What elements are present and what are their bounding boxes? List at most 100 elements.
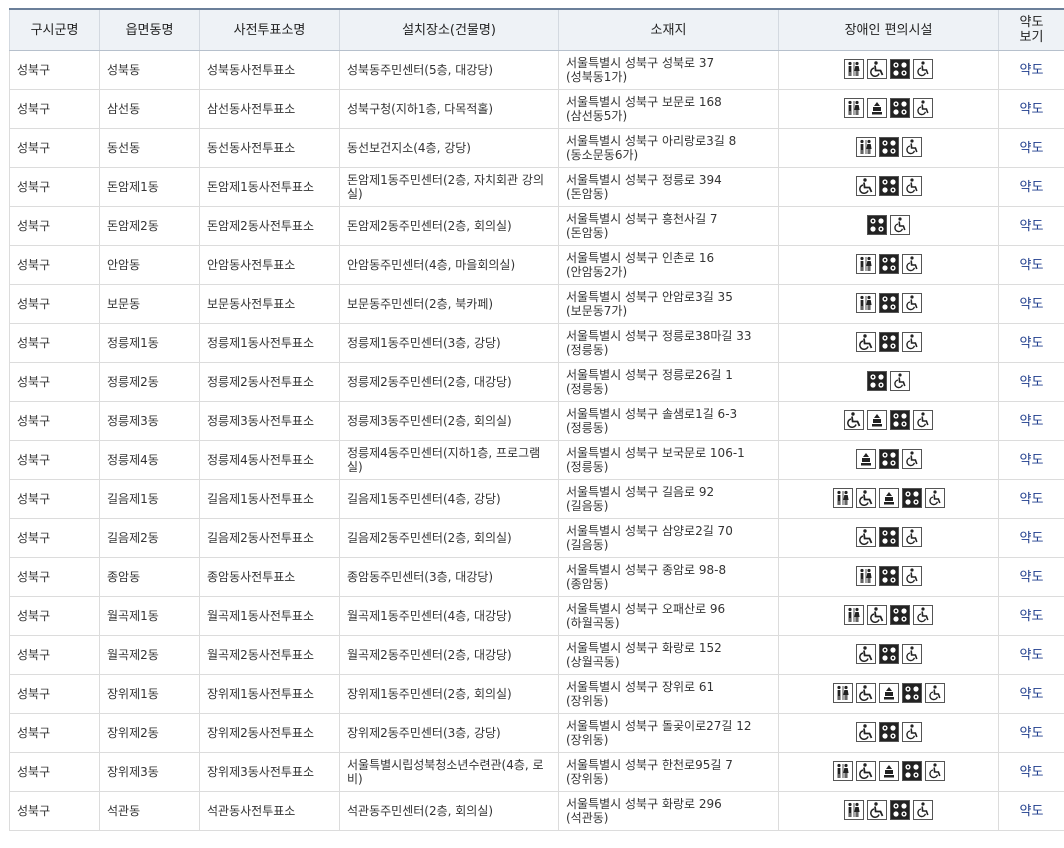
- address-line1: 서울특별시 성북구 화랑로 152: [566, 641, 722, 655]
- map-link[interactable]: 약도: [1020, 453, 1044, 468]
- address-line1: 서울특별시 성북구 장위로 61: [566, 680, 714, 694]
- map-link[interactable]: 약도: [1020, 804, 1044, 819]
- cell-map: 약도: [999, 792, 1064, 831]
- facility-icons: [856, 254, 922, 274]
- cell-place: 종암동주민센터(3층, 대강당): [340, 558, 559, 597]
- map-link[interactable]: 약도: [1020, 492, 1044, 507]
- cell-facilities: [779, 714, 999, 753]
- district-text: 성북구: [17, 180, 50, 194]
- map-link[interactable]: 약도: [1020, 102, 1044, 117]
- table-row: 성북구성북동성북동사전투표소성북동주민센터(5층, 대강당)서울특별시 성북구 …: [10, 51, 1064, 90]
- table-row: 성북구정릉제2동정릉제2동사전투표소정릉제2동주민센터(2층, 대강당)서울특별…: [10, 363, 1064, 402]
- cell-facilities: [779, 246, 999, 285]
- facility-icons: [856, 137, 922, 157]
- toilet-icon: [844, 605, 864, 625]
- table-row: 성북구월곡제2동월곡제2동사전투표소월곡제2동주민센터(2층, 대강당)서울특별…: [10, 636, 1064, 675]
- address-line1: 서울특별시 성북구 삼양로2길 70: [566, 524, 733, 538]
- address-line1: 서울특별시 성북구 아리랑로3길 8: [566, 134, 736, 148]
- cell-station: 석관동사전투표소: [200, 792, 340, 831]
- map-link[interactable]: 약도: [1020, 609, 1044, 624]
- header-facilities: 장애인 편의시설: [779, 9, 999, 51]
- table-row: 성북구장위제2동장위제2동사전투표소장위제2동주민센터(3층, 강당)서울특별시…: [10, 714, 1064, 753]
- cell-station: 동선동사전투표소: [200, 129, 340, 168]
- address-line2: (종암동): [566, 577, 608, 591]
- map-link[interactable]: 약도: [1020, 726, 1044, 741]
- cell-map: 약도: [999, 675, 1064, 714]
- map-link[interactable]: 약도: [1020, 765, 1044, 780]
- map-link[interactable]: 약도: [1020, 219, 1044, 234]
- table-header-row: 구시군명 읍면동명 사전투표소명 설치장소(건물명) 소재지 장애인 편의시설 …: [10, 9, 1064, 51]
- map-link[interactable]: 약도: [1020, 414, 1044, 429]
- cell-facilities: [779, 129, 999, 168]
- cell-dong: 길음제2동: [100, 519, 200, 558]
- cell-address: 서울특별시 성북구 종암로 98-8(종암동): [559, 558, 779, 597]
- table-row: 성북구종암동종암동사전투표소종암동주민센터(3층, 대강당)서울특별시 성북구 …: [10, 558, 1064, 597]
- facility-icons: [856, 176, 922, 196]
- cell-district: 성북구: [10, 714, 100, 753]
- toilet-icon: [833, 761, 853, 781]
- dong-text: 정릉제1동: [107, 336, 159, 350]
- dong-text: 성북동: [107, 63, 140, 77]
- dong-text: 월곡제2동: [107, 648, 159, 662]
- facility-icons: [833, 761, 945, 781]
- district-text: 성북구: [17, 102, 50, 116]
- map-link[interactable]: 약도: [1020, 63, 1044, 78]
- elevator-icon: [879, 488, 899, 508]
- map-link[interactable]: 약도: [1020, 648, 1044, 663]
- table-row: 성북구장위제3동장위제3동사전투표소서울특별시립성북청소년수련관(4층, 로비)…: [10, 753, 1064, 792]
- elevator-icon: [867, 410, 887, 430]
- braille-icon: [890, 410, 910, 430]
- map-link[interactable]: 약도: [1020, 297, 1044, 312]
- header-dong: 읍면동명: [100, 9, 200, 51]
- cell-map: 약도: [999, 246, 1064, 285]
- cell-dong: 보문동: [100, 285, 200, 324]
- cell-dong: 월곡제2동: [100, 636, 200, 675]
- district-text: 성북구: [17, 726, 50, 740]
- cell-facilities: [779, 636, 999, 675]
- cell-place: 장위제1동주민센터(2층, 회의실): [340, 675, 559, 714]
- map-link[interactable]: 약도: [1020, 258, 1044, 273]
- wheelchair-icon: [856, 332, 876, 352]
- map-link[interactable]: 약도: [1020, 570, 1044, 585]
- cell-facilities: [779, 402, 999, 441]
- cell-district: 성북구: [10, 441, 100, 480]
- station-text: 정릉제1동사전투표소: [207, 336, 314, 350]
- table-row: 성북구길음제2동길음제2동사전투표소길음제2동주민센터(2층, 회의실)서울특별…: [10, 519, 1064, 558]
- address-line2: (안암동2가): [566, 265, 627, 279]
- map-link[interactable]: 약도: [1020, 336, 1044, 351]
- address-line2: (장위동): [566, 733, 608, 747]
- cell-facilities: [779, 363, 999, 402]
- dong-text: 장위제3동: [107, 765, 159, 779]
- station-text: 보문동사전투표소: [207, 297, 295, 311]
- map-link[interactable]: 약도: [1020, 141, 1044, 156]
- cell-facilities: [779, 753, 999, 792]
- header-map-line1: 약도: [1020, 15, 1044, 30]
- map-link[interactable]: 약도: [1020, 375, 1044, 390]
- cell-station: 길음제2동사전투표소: [200, 519, 340, 558]
- header-place: 설치장소(건물명): [340, 9, 559, 51]
- accessible-icon: [913, 98, 933, 118]
- wheelchair-icon: [856, 761, 876, 781]
- address-line2: (삼선동5가): [566, 109, 627, 123]
- map-link[interactable]: 약도: [1020, 531, 1044, 546]
- braille-icon: [879, 293, 899, 313]
- station-text: 석관동사전투표소: [207, 804, 295, 818]
- cell-address: 서울특별시 성북구 정릉로38마길 33(정릉동): [559, 324, 779, 363]
- map-link[interactable]: 약도: [1020, 687, 1044, 702]
- wheelchair-icon: [867, 59, 887, 79]
- accessible-icon: [890, 371, 910, 391]
- cell-address: 서울특별시 성북구 길음로 92(길음동): [559, 480, 779, 519]
- map-link[interactable]: 약도: [1020, 180, 1044, 195]
- cell-dong: 석관동: [100, 792, 200, 831]
- cell-station: 종암동사전투표소: [200, 558, 340, 597]
- cell-address: 서울특별시 성북구 한천로95길 7(장위동): [559, 753, 779, 792]
- cell-station: 장위제3동사전투표소: [200, 753, 340, 792]
- table-row: 성북구돈암제2동돈암제2동사전투표소돈암제2동주민센터(2층, 회의실)서울특별…: [10, 207, 1064, 246]
- facility-icons: [844, 59, 933, 79]
- cell-map: 약도: [999, 480, 1064, 519]
- station-text: 길음제1동사전투표소: [207, 492, 314, 506]
- wheelchair-icon: [856, 527, 876, 547]
- cell-place: 석관동주민센터(2층, 회의실): [340, 792, 559, 831]
- place-text: 길음제2동주민센터(2층, 회의실): [347, 531, 512, 545]
- braille-icon: [890, 605, 910, 625]
